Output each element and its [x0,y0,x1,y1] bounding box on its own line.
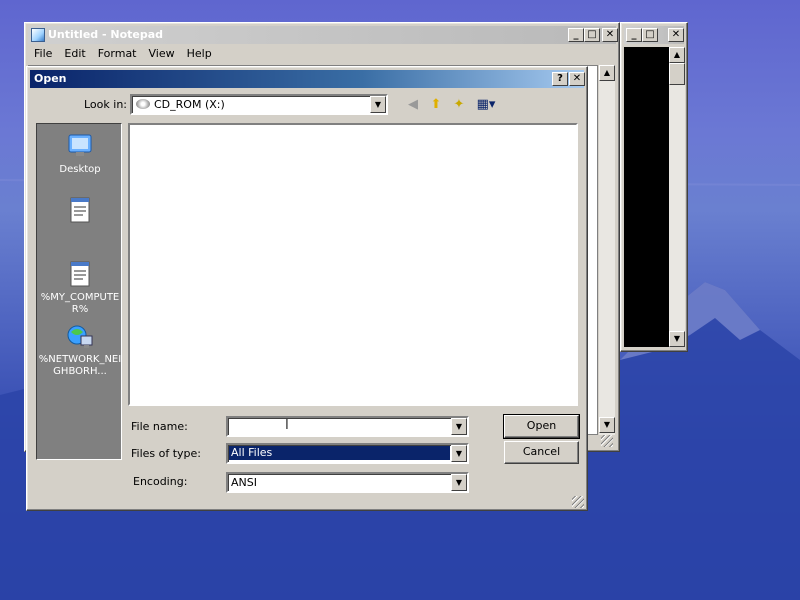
resize-grip[interactable] [572,496,584,508]
look-in-dropdown[interactable]: CD_ROM (X:) ▼ [130,94,388,115]
place-desktop[interactable]: Desktop [37,132,123,176]
chevron-down-icon[interactable]: ▼ [451,474,467,491]
close-button[interactable]: ✕ [668,28,684,42]
desktop-icon [66,132,94,160]
background-window-titlebar: _ □ ✕ [624,26,684,44]
scroll-down-button[interactable]: ▼ [669,331,685,347]
chevron-down-icon[interactable]: ▼ [451,445,467,462]
open-button[interactable]: Open [503,414,580,439]
menu-format[interactable]: Format [92,45,143,62]
chevron-down-icon[interactable]: ▼ [370,96,386,113]
place-my-computer[interactable]: %MY_COMPUTER% [37,260,123,316]
menu-view[interactable]: View [143,45,181,62]
place-my-computer-label: %MY_COMPUTER% [40,292,120,315]
resize-grip[interactable] [601,435,613,447]
file-list[interactable] [128,123,578,406]
background-window-content[interactable] [624,47,670,347]
encoding-value: ANSI [231,476,257,489]
files-of-type-label: Files of type: [131,447,202,460]
minimize-button[interactable]: _ [568,28,584,42]
new-folder-icon[interactable]: ✦ [450,96,468,114]
look-in-value: CD_ROM (X:) [154,98,225,111]
file-name-label: File name: [131,420,188,433]
maximize-button[interactable]: □ [642,28,658,42]
text-cursor-icon: I [285,418,289,433]
chevron-down-icon[interactable]: ▼ [451,418,467,435]
help-button[interactable]: ? [552,72,568,86]
menu-edit[interactable]: Edit [58,45,91,62]
file-name-input[interactable]: I ▼ [226,416,469,437]
look-in-label: Look in: [84,98,127,111]
cd-drive-icon [136,99,150,109]
files-of-type-dropdown[interactable]: All Files ▼ [226,443,469,464]
menu-help[interactable]: Help [181,45,218,62]
files-of-type-value: All Files [229,446,450,460]
notepad-icon [31,28,45,42]
notepad-file-icon [66,260,94,288]
scroll-up-button[interactable]: ▲ [599,65,615,81]
maximize-button[interactable]: □ [584,28,600,42]
view-menu-icon[interactable]: ▦▾ [474,96,498,114]
cancel-button[interactable]: Cancel [504,441,579,464]
open-dialog-title: Open [34,72,67,85]
up-folder-icon[interactable]: ⬆ [427,96,445,114]
menu-bar: File Edit Format View Help [28,45,616,63]
back-icon[interactable]: ◀ [404,96,422,114]
place-desktop-label: Desktop [59,164,101,175]
encoding-label: Encoding: [133,475,188,488]
notepad-title: Untitled - Notepad [48,28,164,41]
encoding-dropdown[interactable]: ANSI ▼ [226,472,469,493]
scroll-up-button[interactable]: ▲ [669,47,685,63]
network-icon [66,322,94,350]
notepad-titlebar: Untitled - Notepad _ □ ✕ [28,26,618,44]
close-button[interactable]: ✕ [569,72,585,86]
place-documents[interactable] [37,196,123,228]
menu-file[interactable]: File [28,45,58,62]
scroll-down-button[interactable]: ▼ [599,417,615,433]
minimize-button[interactable]: _ [626,28,642,42]
notepad-vertical-scrollbar[interactable]: ▲ ▼ [599,65,615,435]
scroll-thumb[interactable] [669,63,685,85]
notepad-file-icon [66,196,94,224]
place-network-label: %NETWORK_NEIGHBORH... [38,354,122,377]
background-window: _ □ ✕ ▲ ▼ [620,22,688,352]
places-bar: Desktop %MY_COMPUTER% %NETWORK_NEIGHBORH… [36,123,122,460]
place-network[interactable]: %NETWORK_NEIGHBORH... [37,322,123,378]
background-vertical-scrollbar[interactable]: ▲ ▼ [669,47,685,347]
close-button[interactable]: ✕ [602,28,618,42]
open-dialog-titlebar: Open ? ✕ [30,70,585,88]
